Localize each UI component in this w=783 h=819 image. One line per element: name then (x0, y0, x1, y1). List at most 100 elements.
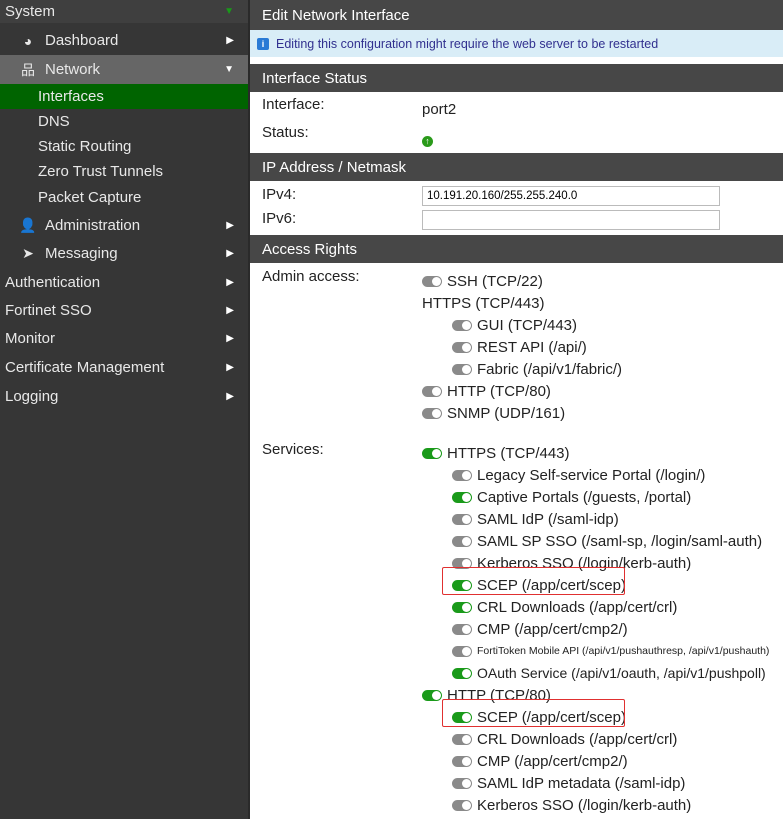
toggle-row: SAML IdP (/saml-idp) (452, 509, 775, 529)
highlight-box (442, 699, 625, 727)
toggle-label: REST API (/api/) (477, 338, 587, 356)
toggle-label: Legacy Self-service Portal (/login/) (477, 466, 706, 484)
chevron-right-icon: ▶ (226, 304, 234, 316)
sidebar-label: Interfaces (38, 88, 104, 105)
toggle-switch[interactable] (452, 491, 472, 503)
sidebar-item-certificate-management[interactable]: Certificate Management ▶ (0, 353, 248, 382)
chevron-right-icon: ▶ (226, 276, 234, 288)
sidebar-item-interfaces[interactable]: Interfaces (0, 84, 248, 109)
toggle-switch[interactable] (452, 777, 472, 789)
toggle-switch[interactable] (422, 407, 442, 419)
toggle-row: Legacy Self-service Portal (/login/) (452, 465, 775, 485)
sidebar-item-monitor[interactable]: Monitor ▶ (0, 324, 248, 353)
toggle-label: CRL Downloads (/app/cert/crl) (477, 730, 678, 748)
toggle-label: SAML IdP metadata (/saml-idp) (477, 774, 686, 792)
sidebar-label: Static Routing (38, 138, 132, 155)
ipv4-label: IPv4: (262, 186, 297, 203)
sidebar-item-network[interactable]: 品 Network ▼ (0, 55, 248, 84)
toggle-row: OAuth Service (/api/v1/oauth, /api/v1/pu… (452, 663, 775, 683)
toggle-label: Kerberos SSO (/login/kerb-auth) (477, 796, 692, 814)
toggle-switch[interactable] (452, 601, 472, 613)
chevron-right-icon: ▶ (226, 362, 234, 373)
toggle-label: SNMP (UDP/161) (447, 404, 566, 422)
toggle-switch[interactable] (452, 799, 472, 811)
toggle-row: CRL Downloads (/app/cert/crl) (452, 729, 775, 749)
toggle-switch[interactable] (452, 513, 472, 525)
toggle-row: HTTPS (TCP/443) (422, 443, 775, 463)
toggle-switch[interactable] (452, 645, 472, 657)
info-banner: i Editing this configuration might requir… (250, 30, 783, 57)
sidebar-item-logging[interactable]: Logging ▶ (0, 382, 248, 411)
sidebar-item-administration[interactable]: 👤 Administration ▶ (0, 211, 248, 239)
ipv4-input[interactable] (422, 186, 720, 206)
toggle-row: SAML IdP metadata (/saml-idp) (452, 773, 775, 793)
toggle-label: SSH (TCP/22) (447, 272, 543, 290)
paper-plane-icon: ➤ (22, 244, 34, 261)
toggle-label: HTTP (TCP/80) (447, 382, 551, 400)
toggle-row: Captive Portals (/guests, /portal) (452, 487, 775, 507)
toggle-switch[interactable] (452, 755, 472, 767)
toggle-switch[interactable] (422, 385, 442, 397)
toggle-label: Captive Portals (/guests, /portal) (477, 488, 692, 506)
section-header-ip: IP Address / Netmask (250, 153, 783, 181)
toggle-row: GUI (TCP/443) (452, 315, 775, 335)
network-icon: 品 (21, 61, 35, 78)
sidebar-item-packet-capture[interactable]: Packet Capture (0, 185, 248, 210)
toggle-label: SAML SP SSO (/saml-sp, /login/saml-auth) (477, 532, 763, 550)
ipv6-label: IPv6: (262, 210, 297, 227)
sidebar-label: Fortinet SSO (5, 301, 92, 319)
section-header-access-rights: Access Rights (250, 235, 783, 263)
toggle-switch[interactable] (422, 447, 442, 459)
highlight-box (442, 567, 625, 595)
sidebar-label: Certificate Management (5, 359, 165, 376)
edit-interface-panel: Edit Network Interface i Editing this con… (250, 0, 783, 819)
toggle-switch[interactable] (452, 341, 472, 353)
toggle-switch[interactable] (452, 535, 472, 547)
toggle-row: CMP (/app/cert/cmp2/) (452, 751, 775, 771)
sidebar-label: Dashboard (45, 32, 119, 49)
toggle-label: FortiToken Mobile API (/api/v1/pushauthr… (477, 645, 770, 657)
toggle-row: SNMP (UDP/161) (422, 403, 775, 423)
chevron-down-icon: ▼ (224, 64, 234, 75)
dashboard-icon: ◕ (23, 32, 33, 49)
status-up-icon: ↑ (422, 131, 433, 148)
toggle-switch[interactable] (452, 733, 472, 745)
sidebar-item-dns[interactable]: DNS (0, 109, 248, 134)
toggle-switch[interactable] (452, 319, 472, 331)
sidebar-section-system[interactable]: System ▼ (0, 0, 248, 23)
toggle-switch[interactable] (452, 469, 472, 481)
chevron-right-icon: ▶ (226, 391, 234, 402)
info-text: Editing this configuration might require… (276, 36, 659, 51)
toggle-row: SAML SP SSO (/saml-sp, /login/saml-auth) (452, 531, 775, 551)
interface-value: port2 (422, 101, 457, 118)
sidebar-item-messaging[interactable]: ➤ Messaging ▶ (0, 239, 248, 267)
sidebar-item-zero-trust-tunnels[interactable]: Zero Trust Tunnels (0, 159, 248, 184)
toggle-row: SSH (TCP/22) (422, 271, 775, 291)
status-label: Status: (262, 124, 309, 141)
sidebar-item-authentication[interactable]: Authentication ▶ (0, 268, 248, 296)
chevron-right-icon: ▶ (226, 35, 234, 46)
toggle-switch[interactable] (452, 363, 472, 375)
sidebar-item-static-routing[interactable]: Static Routing (0, 134, 248, 159)
sidebar-item-dashboard[interactable]: ◕ Dashboard ▶ (0, 27, 248, 54)
toggle-row: REST API (/api/) (452, 337, 775, 357)
toggle-switch[interactable] (422, 275, 442, 287)
toggle-label: HTTPS (TCP/443) (422, 294, 545, 312)
sidebar-label: DNS (38, 113, 70, 130)
chevron-down-icon: ▼ (224, 6, 234, 17)
chevron-right-icon: ▶ (226, 219, 234, 231)
sidebar-item-fortinet-sso[interactable]: Fortinet SSO ▶ (0, 296, 248, 324)
ipv6-input[interactable] (422, 210, 720, 230)
toggle-label: SAML IdP (/saml-idp) (477, 510, 619, 528)
interface-label: Interface: (262, 96, 325, 113)
info-icon: i (257, 37, 269, 50)
toggle-row: CRL Downloads (/app/cert/crl) (452, 597, 775, 617)
toggle-switch[interactable] (452, 623, 472, 635)
toggle-switch[interactable] (452, 667, 472, 679)
toggle-switch[interactable] (422, 689, 442, 701)
admin-access-label: Admin access: (262, 268, 360, 285)
sidebar-label: Logging (5, 388, 59, 405)
toggle-label: CRL Downloads (/app/cert/crl) (477, 598, 678, 616)
chevron-right-icon: ▶ (226, 333, 234, 344)
sidebar-label: Zero Trust Tunnels (38, 163, 164, 180)
